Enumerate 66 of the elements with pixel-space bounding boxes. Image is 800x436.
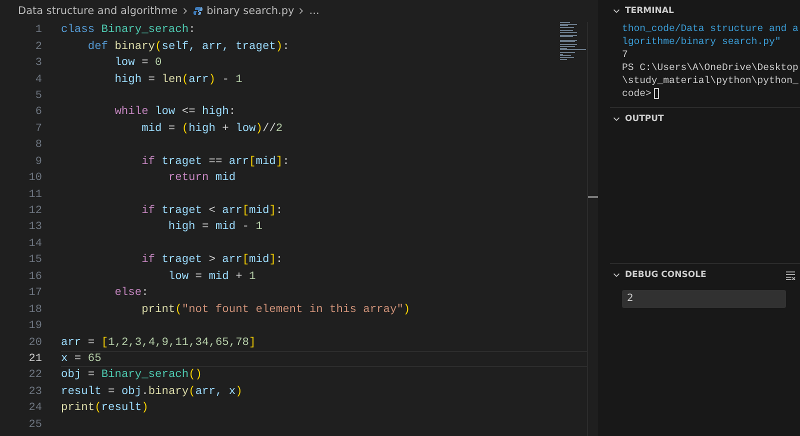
line-number: 18 xyxy=(28,304,42,316)
terminal-line: thon_code/Data structure and a xyxy=(622,23,798,34)
line-number: 25 xyxy=(28,418,42,431)
terminal-line: code> xyxy=(622,88,652,99)
line-number: 24 xyxy=(28,402,42,414)
chevron-down-icon[interactable] xyxy=(612,270,621,280)
terminal-cursor xyxy=(654,88,660,99)
line-number: 11 xyxy=(28,188,42,201)
code-line: if traget < arr[mid]: xyxy=(140,205,283,218)
line-number: 17 xyxy=(28,287,42,300)
terminal-line: lgorithme/binary search.py" xyxy=(622,36,781,47)
line-number: 1 xyxy=(34,24,42,36)
clear-console-icon[interactable] xyxy=(785,270,796,280)
line-number: 12 xyxy=(28,205,42,218)
minimap-drawing xyxy=(560,22,586,62)
panel-title[interactable]: TERMINAL xyxy=(625,6,796,16)
chevron-down-icon[interactable] xyxy=(612,114,621,124)
line-number: 9 xyxy=(34,156,42,168)
terminal-line: PS C:\Users\A\OneDrive\Desktop xyxy=(622,62,798,73)
code-line: obj = Binary_serach() xyxy=(61,369,202,382)
chevron-down-icon[interactable] xyxy=(612,6,621,16)
breadcrumb-item[interactable]: ... xyxy=(309,5,320,17)
code-line: x = 65 xyxy=(61,352,102,365)
code-line: if traget > arr[mid]: xyxy=(140,254,283,266)
line-number: 20 xyxy=(28,336,42,349)
line-number: 14 xyxy=(28,238,42,250)
line-number: 3 xyxy=(34,57,42,70)
code-line: low = 0 xyxy=(114,57,162,70)
code-line: arr = [1,2,3,4,9,11,34,65,78] xyxy=(61,336,256,349)
panel-title[interactable]: OUTPUT xyxy=(625,114,796,124)
line-number: 21 xyxy=(28,352,42,365)
line-number: 16 xyxy=(28,270,42,283)
breadcrumb-item[interactable]: Data structure and algorithme xyxy=(18,5,178,17)
line-number: 7 xyxy=(34,122,42,135)
code-line: class Binary_serach: xyxy=(61,24,196,36)
chevron-right-icon xyxy=(298,7,306,15)
line-number: 23 xyxy=(28,386,42,398)
code-line: if traget == arr[mid]: xyxy=(140,156,290,168)
code-line: low = mid + 1 xyxy=(167,270,256,283)
terminal-line: \study_material\python\python_ xyxy=(622,75,798,86)
panel-title[interactable]: DEBUG CONSOLE xyxy=(625,270,781,280)
code-line: print(result) xyxy=(61,402,148,414)
python-file-icon xyxy=(192,6,203,16)
line-number: 19 xyxy=(28,320,42,332)
line-number: 4 xyxy=(34,74,42,86)
line-number: 6 xyxy=(34,106,42,118)
terminal-line: 7 xyxy=(622,49,628,60)
line-number: 10 xyxy=(28,172,42,184)
code-line: print("not fount element in this array") xyxy=(140,304,410,316)
chevron-right-icon xyxy=(182,7,189,15)
breadcrumb-item[interactable]: binary search.py xyxy=(206,5,294,17)
line-number: 22 xyxy=(28,369,42,382)
line-number: 15 xyxy=(28,254,42,266)
debug-input-field[interactable]: 2 xyxy=(622,290,786,308)
code-line: else: xyxy=(114,287,148,300)
line-number: 2 xyxy=(34,40,42,53)
code-line: result = obj.binary(arr, x) xyxy=(61,386,242,398)
code-line: def binary(self, arr, traget): xyxy=(86,40,290,53)
code-line: high = len(arr) - 1 xyxy=(114,74,242,86)
code-line: return mid xyxy=(167,172,236,184)
code-line: high = mid - 1 xyxy=(167,221,262,234)
line-number: 5 xyxy=(34,90,42,102)
code-line: mid = (high + low)//2 xyxy=(140,122,283,135)
code-line: while low <= high: xyxy=(114,106,236,118)
line-number: 8 xyxy=(34,139,42,152)
line-number: 13 xyxy=(28,221,42,234)
